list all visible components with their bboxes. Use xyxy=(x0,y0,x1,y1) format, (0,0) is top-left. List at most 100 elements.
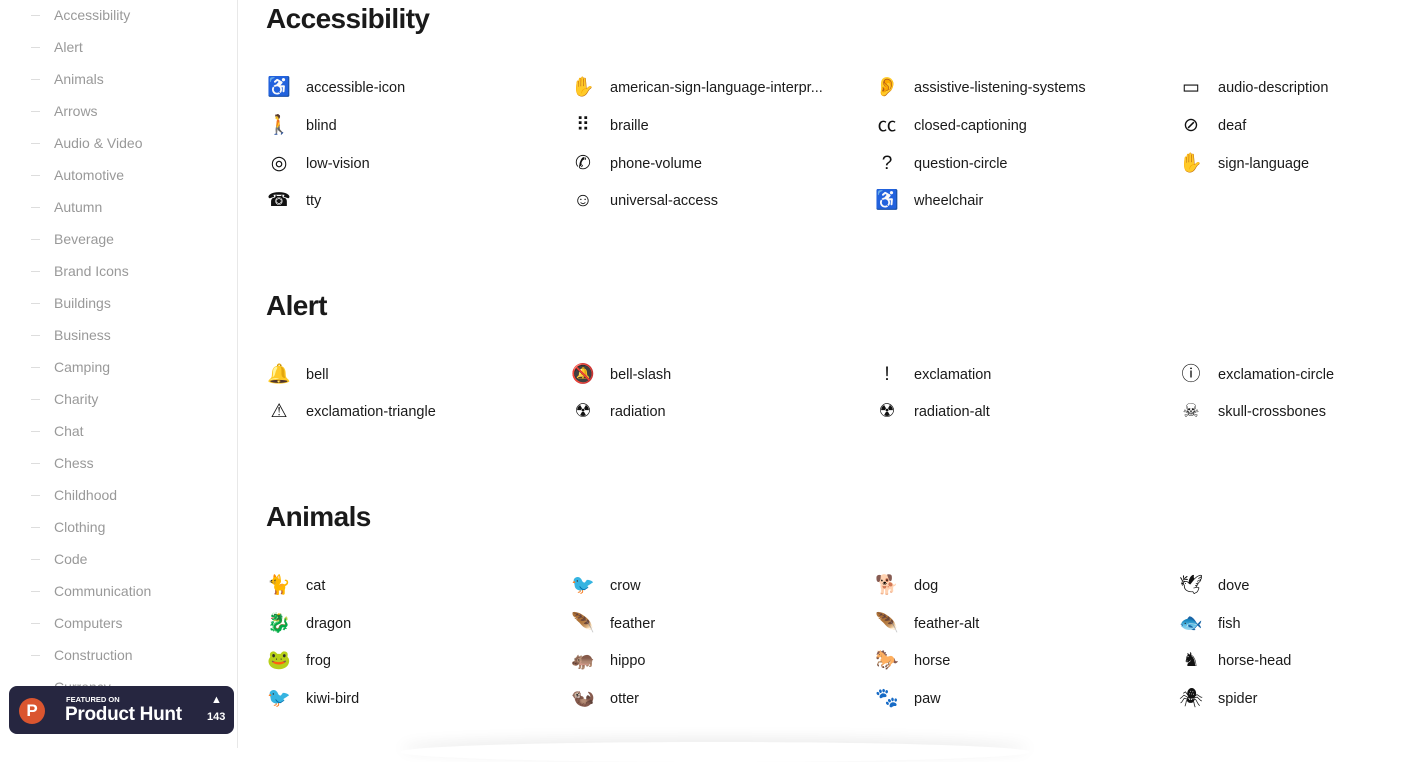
badge-name: Product Hunt xyxy=(65,704,182,725)
icon-name: spider xyxy=(1218,691,1258,707)
icon-item-sign-language[interactable]: ✋ sign-language xyxy=(1178,152,1428,176)
icon-name: american-sign-language-interpr... xyxy=(610,80,823,96)
dash xyxy=(31,46,40,48)
icon-item-exclamation-triangle[interactable]: ⚠ exclamation-triangle xyxy=(266,400,566,424)
icon-name: dragon xyxy=(306,616,352,632)
dash xyxy=(31,238,40,240)
icon-item-phone-volume[interactable]: ✆ phone-volume xyxy=(570,152,870,176)
dash xyxy=(31,590,40,592)
icon-name: exclamation-triangle xyxy=(306,404,436,420)
sidebar-item-label: Buildings xyxy=(54,295,111,311)
icon-name: deaf xyxy=(1218,118,1247,134)
icon-item-dove[interactable]: 🕊 dove xyxy=(1178,574,1428,598)
icon-item-assistive-listening-systems[interactable]: 👂 assistive-listening-systems xyxy=(874,76,1174,100)
icon-item-tty[interactable]: ☎ tty xyxy=(266,189,566,213)
dragon-icon: 🐉 xyxy=(267,613,291,634)
icon-item-dog[interactable]: 🐕 dog xyxy=(874,574,1174,598)
icon-item-accessible-icon[interactable]: ♿ accessible-icon xyxy=(266,76,566,100)
icon-name: braille xyxy=(610,118,649,134)
icon-item-universal-access[interactable]: ☺ universal-access xyxy=(570,189,870,213)
frog-icon: 🐸 xyxy=(267,650,291,671)
dash xyxy=(31,110,40,112)
icon-item-deaf[interactable]: ⊘ deaf xyxy=(1178,114,1428,138)
icon-name: low-vision xyxy=(306,156,370,172)
sidebar-item-label: Communication xyxy=(54,583,152,599)
radiation-alt-icon: ☢ xyxy=(878,401,896,422)
icon-name: feather-alt xyxy=(914,616,980,632)
icon-item-radiation-alt[interactable]: ☢ radiation-alt xyxy=(874,400,1174,424)
sidebar: Accessibility Alert Animals Arrows Audio & V… xyxy=(0,0,238,748)
bell-slash-icon: 🔕 xyxy=(571,364,595,385)
section-title: Accessibility xyxy=(266,3,430,34)
icon-item-bell[interactable]: 🔔 bell xyxy=(266,363,566,387)
deaf-icon: ⊘ xyxy=(1183,115,1199,136)
icon-name: bell-slash xyxy=(610,367,672,383)
icon-item-blind[interactable]: 🚶 blind xyxy=(266,114,566,138)
icon-item-crow[interactable]: 🐦 crow xyxy=(570,574,870,598)
icon-name: phone-volume xyxy=(610,156,702,172)
icon-item-question-circle[interactable]: ? question-circle xyxy=(874,152,1174,176)
icon-name: closed-captioning xyxy=(914,118,1027,134)
sidebar-item-label: Animals xyxy=(54,71,104,87)
icon-item-otter[interactable]: 🦦 otter xyxy=(570,687,870,711)
icon-name: audio-description xyxy=(1218,80,1329,96)
icon-item-radiation[interactable]: ☢ radiation xyxy=(570,400,870,424)
icon-item-closed-captioning[interactable]: ㏄ closed-captioning xyxy=(874,114,1174,138)
sidebar-item-label: Beverage xyxy=(54,231,114,247)
braille-icon: ⠿ xyxy=(576,115,590,136)
icon-item-braille[interactable]: ⠿ braille xyxy=(570,114,870,138)
icon-item-horse-head[interactable]: ♞ horse-head xyxy=(1178,649,1428,673)
horse-icon: 🐎 xyxy=(875,650,899,671)
icon-item-cat[interactable]: 🐈 cat xyxy=(266,574,566,598)
question-circle-icon: ? xyxy=(881,153,893,174)
spider-icon: 🕷 xyxy=(1178,688,1204,709)
icon-name: feather xyxy=(610,616,656,632)
icon-item-low-vision[interactable]: ◎ low-vision xyxy=(266,152,566,176)
icon-item-american-sign-language-interpr[interactable]: ✋ american-sign-language-interpr... xyxy=(570,76,870,100)
exclamation-triangle-icon: ⚠ xyxy=(270,401,288,422)
feather-icon: 🪶 xyxy=(571,613,595,634)
sidebar-item-label: Chess xyxy=(54,455,94,471)
icon-item-spider[interactable]: 🕷 spider xyxy=(1178,687,1428,711)
icon-name: bell xyxy=(306,367,329,383)
sidebar-item-label: Charity xyxy=(54,391,99,407)
icon-name: radiation xyxy=(610,404,666,420)
icon-name: dove xyxy=(1218,578,1250,594)
universal-access-icon: ☺ xyxy=(573,190,593,211)
american-sign-language-interpr-icon: ✋ xyxy=(571,77,595,98)
icon-item-exclamation-circle[interactable]: ⓘ exclamation-circle xyxy=(1178,363,1428,387)
assistive-listening-systems-icon: 👂 xyxy=(875,77,899,98)
sidebar-item-label: Construction xyxy=(54,647,133,663)
icon-item-horse[interactable]: 🐎 horse xyxy=(874,649,1174,673)
icon-item-audio-description[interactable]: ▭ audio-description xyxy=(1178,76,1428,100)
icon-item-frog[interactable]: 🐸 frog xyxy=(266,649,566,673)
icon-item-dragon[interactable]: 🐉 dragon xyxy=(266,612,566,636)
skull-crossbones-icon: ☠ xyxy=(1182,401,1200,422)
icon-item-skull-crossbones[interactable]: ☠ skull-crossbones xyxy=(1178,400,1428,424)
icon-item-kiwi-bird[interactable]: 🐦 kiwi-bird xyxy=(266,687,566,711)
icon-item-bell-slash[interactable]: 🔕 bell-slash xyxy=(570,363,870,387)
radiation-icon: ☢ xyxy=(574,401,592,422)
icon-name: crow xyxy=(610,578,641,594)
icon-item-feather[interactable]: 🪶 feather xyxy=(570,612,870,636)
icon-name: question-circle xyxy=(914,156,1008,172)
sidebar-item-label: Camping xyxy=(54,359,111,375)
icon-name: dog xyxy=(914,578,939,594)
icon-name: paw xyxy=(914,691,941,707)
icon-item-hippo[interactable]: 🦛 hippo xyxy=(570,649,870,673)
icon-item-fish[interactable]: 🐟 fish xyxy=(1178,612,1428,636)
dash xyxy=(31,302,40,304)
dash xyxy=(31,334,40,336)
product-hunt-badge[interactable]: P FEATURED ON Product Hunt ▲ 143 xyxy=(9,686,234,734)
icon-item-exclamation[interactable]: ! exclamation xyxy=(874,363,1174,387)
sidebar-item-label: Clothing xyxy=(54,519,106,535)
dash xyxy=(31,270,40,272)
accessible-icon-icon: ♿ xyxy=(267,77,291,98)
icon-item-feather-alt[interactable]: 🪶 feather-alt xyxy=(874,612,1174,636)
icon-item-paw[interactable]: 🐾 paw xyxy=(874,687,1174,711)
otter-icon: 🦦 xyxy=(571,688,595,709)
dash xyxy=(31,398,40,400)
dash xyxy=(31,622,40,624)
dash xyxy=(31,14,40,16)
icon-item-wheelchair[interactable]: ♿ wheelchair xyxy=(874,189,1174,213)
